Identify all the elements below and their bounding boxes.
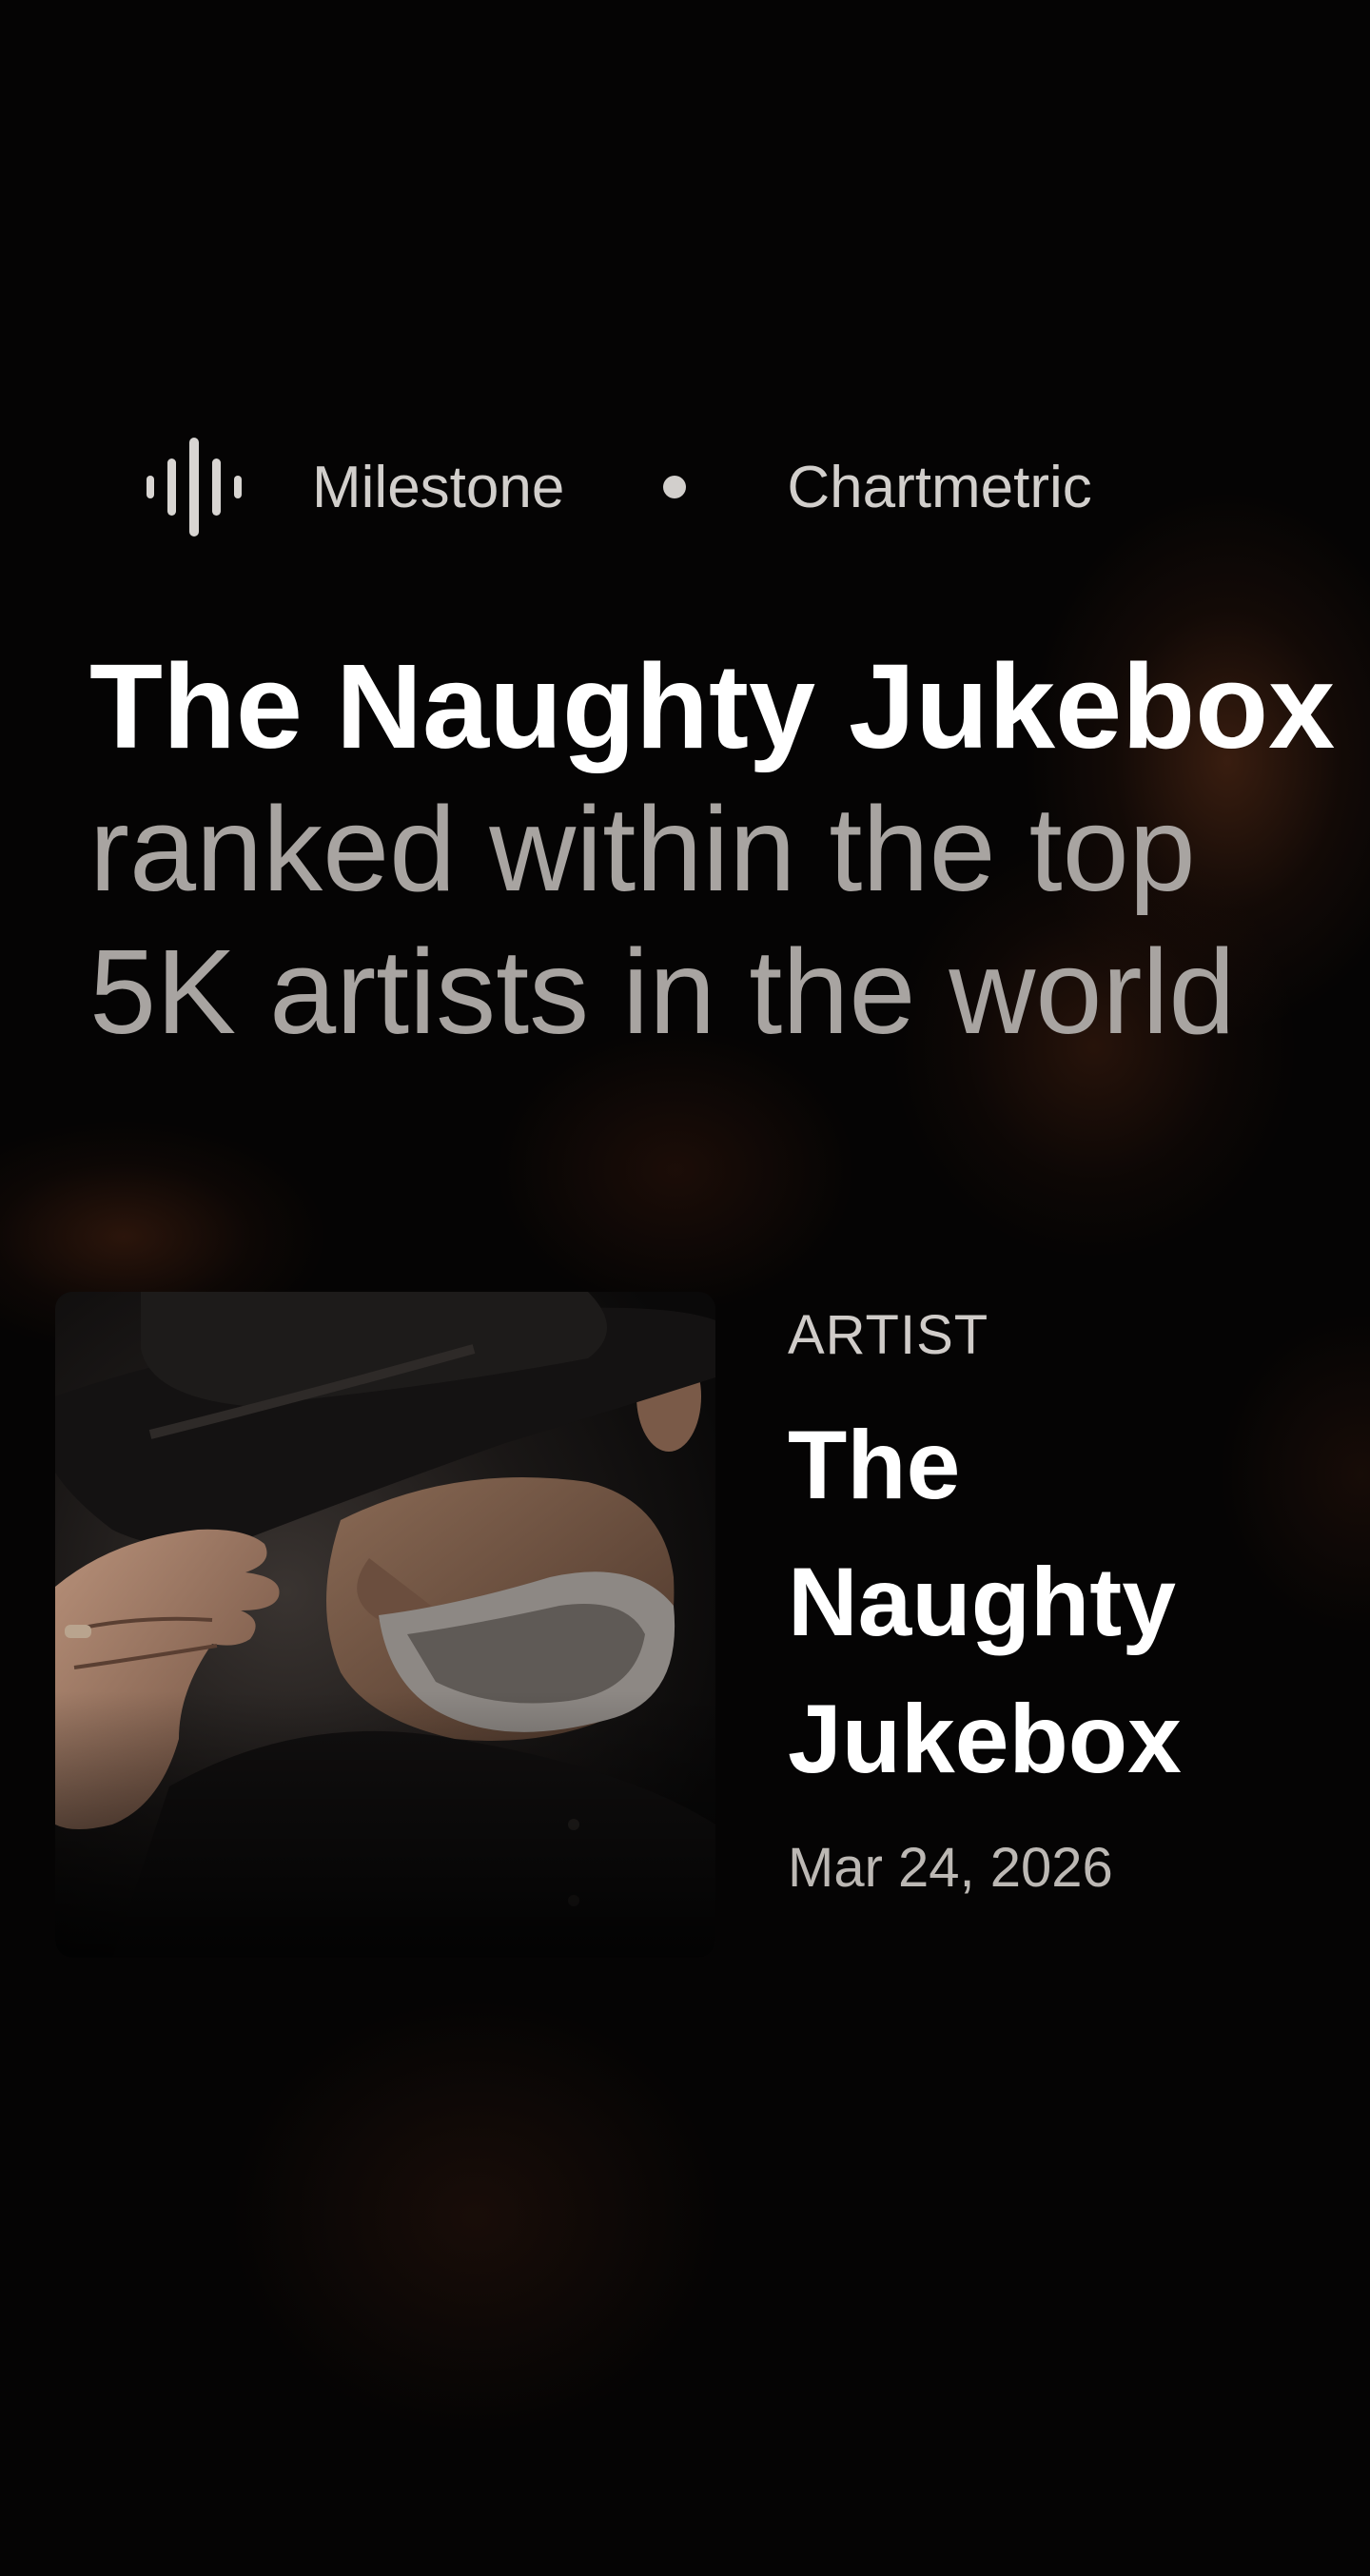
headline-line-2: 5K artists in the world	[89, 925, 1236, 1059]
milestone-label: Milestone	[312, 454, 565, 520]
artist-name-line: Jukebox	[788, 1685, 1182, 1793]
artist-type-label: ARTIST	[788, 1304, 989, 1366]
headline-line-1: ranked within the top	[89, 782, 1196, 916]
artist-name: The Naughty Jukebox	[788, 1396, 1340, 1807]
milestone-headline: The Naughty Jukebox ranked within the to…	[89, 635, 1345, 1064]
story-meta: Milestone Chartmetric	[145, 438, 1092, 537]
source-label: Chartmetric	[787, 454, 1092, 520]
separator-dot	[663, 476, 687, 498]
milestone-story: Milestone Chartmetric The Naughty Jukebo…	[0, 0, 1370, 2576]
artist-name-line: Naughty	[788, 1548, 1176, 1656]
background-glow	[495, 1027, 856, 1313]
artist-card-info: ARTIST The Naughty Jukebox Mar 24, 2026	[788, 1294, 1340, 1900]
audio-wave-icon	[147, 438, 242, 537]
artist-photo	[55, 1292, 715, 1958]
headline-artist: The Naughty Jukebox	[89, 639, 1336, 773]
background-glow	[228, 1998, 723, 2435]
artist-name-line: The	[788, 1411, 961, 1519]
milestone-date: Mar 24, 2026	[788, 1837, 1113, 1899]
